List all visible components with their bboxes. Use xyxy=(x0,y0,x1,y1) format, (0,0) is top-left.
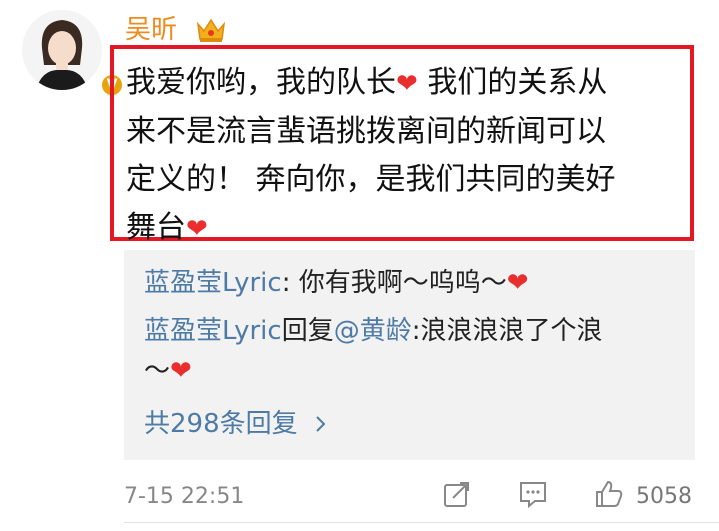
reply-text: 你有我啊～呜呜～ xyxy=(298,268,507,298)
divider xyxy=(124,522,719,523)
like-count: 5058 xyxy=(636,484,692,509)
like-icon[interactable] xyxy=(593,478,625,510)
reply-label: 回复 xyxy=(281,316,334,346)
heart-emoji: ❤ xyxy=(506,268,529,298)
reply-text: :浪浪浪浪了个浪 xyxy=(411,316,603,346)
view-all-replies-link[interactable]: 共298条回复 xyxy=(144,405,328,443)
mention-link[interactable]: @黄龄 xyxy=(334,316,412,346)
avatar[interactable]: V xyxy=(22,10,124,97)
username[interactable]: 吴昕 xyxy=(125,12,177,48)
reply-author-link[interactable]: 蓝盈莹Lyric xyxy=(144,268,282,298)
heart-emoji: ❤ xyxy=(170,356,192,386)
reply-list: 蓝盈莹Lyric: 你有我啊～呜呜～❤ 蓝盈莹Lyric回复@黄龄:浪浪浪浪了个… xyxy=(124,250,695,460)
reply-item-continued: ～❤ xyxy=(144,352,192,390)
reply-item[interactable]: 蓝盈莹Lyric: 你有我啊～呜呜～❤ xyxy=(144,264,529,302)
reply-text-continued: ～ xyxy=(144,356,171,386)
post-line-4: 舞台❤ xyxy=(126,204,680,253)
share-icon[interactable] xyxy=(441,478,473,510)
comment-icon[interactable] xyxy=(517,478,549,510)
reply-author-link[interactable]: 蓝盈莹Lyric xyxy=(144,316,282,346)
crown-icon[interactable] xyxy=(195,14,227,46)
post-line-3: 定义的！ 奔向你，是我们共同的美好 xyxy=(126,162,616,197)
timestamp: 7-15 22:51 xyxy=(124,484,245,509)
avatar-image xyxy=(22,10,102,90)
heart-emoji: ❤ xyxy=(396,69,418,99)
post-line-1-rest: 我们的关系从 xyxy=(417,65,608,100)
reply-item[interactable]: 蓝盈莹Lyric回复@黄龄:浪浪浪浪了个浪 xyxy=(144,312,603,350)
reply-separator: : xyxy=(281,268,299,298)
post-line-2: 来不是流言蜚语挑拨离间的新闻可以 xyxy=(126,114,606,149)
reply-total-label: 共298条回复 xyxy=(144,409,298,439)
heart-emoji: ❤ xyxy=(186,214,208,244)
post-line-1-text: 我爱你哟，我的队长 xyxy=(126,65,396,100)
post-footer: 7-15 22:51 5058 xyxy=(0,470,719,520)
post-line-4-text: 舞台 xyxy=(126,210,186,245)
post-line-1: 我爱你哟，我的队长❤ 我们的关系从 xyxy=(126,59,680,108)
chevron-right-icon xyxy=(316,416,326,432)
post-text-highlighted: 我爱你哟，我的队长❤ 我们的关系从 来不是流言蜚语挑拨离间的新闻可以 定义的！ … xyxy=(110,45,694,245)
